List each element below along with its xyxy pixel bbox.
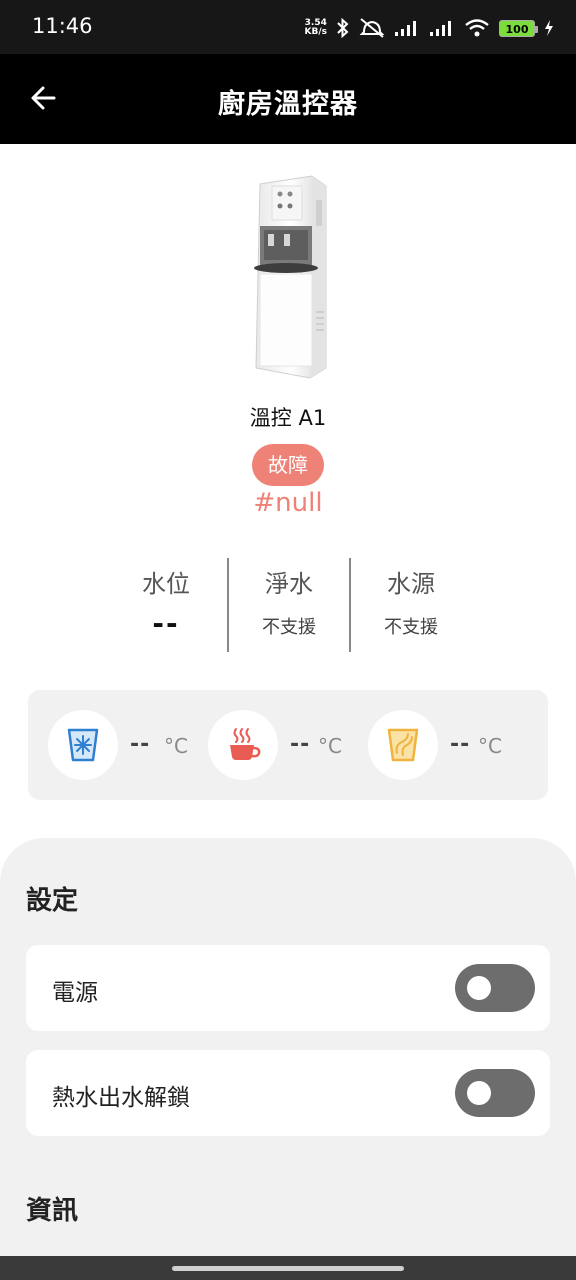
warm-water-icon	[387, 728, 419, 762]
error-code: #null	[253, 488, 323, 518]
stat-water-source: 水源 不支援	[349, 558, 471, 652]
stat-label: 水位	[142, 570, 190, 598]
setting-row-hot-water-unlock: 熱水出水解鎖	[26, 1050, 550, 1136]
toggle-knob	[467, 976, 491, 1000]
ice-water-icon-circle	[48, 710, 118, 780]
temperature-unit: °C	[164, 734, 188, 758]
device-name: 溫控 A1	[249, 406, 327, 430]
ice-water-icon	[67, 728, 99, 762]
network-speed-unit: KB/s	[304, 27, 327, 37]
settings-section-title: 設定	[26, 886, 79, 916]
temperature-unit: °C	[478, 734, 502, 758]
hot-coffee-icon-circle	[208, 710, 278, 780]
stat-value: 不支援	[384, 617, 438, 638]
stat-value: --	[152, 607, 180, 640]
stats-row: 水位 -- 淨水 不支援 水源 不支援	[105, 558, 471, 652]
hot-water-unlock-toggle[interactable]	[455, 1069, 535, 1117]
navigation-bar	[0, 1256, 576, 1280]
temperature-value: --	[130, 732, 151, 757]
temperature-card: -- °C -- °C -- °C	[28, 690, 548, 800]
charging-icon	[545, 20, 553, 36]
temperature-value: --	[450, 732, 471, 757]
network-speed: 3.54 KB/s	[305, 19, 327, 37]
stat-value: 不支援	[262, 617, 316, 638]
stat-purified-water: 淨水 不支援	[227, 558, 349, 652]
temperature-value: --	[290, 732, 311, 757]
stat-water-level: 水位 --	[105, 558, 227, 652]
hot-coffee-icon	[230, 728, 261, 760]
setting-label: 熱水出水解鎖	[52, 1085, 190, 1111]
power-toggle[interactable]	[455, 964, 535, 1012]
status-icons: 3.54 KB/s 100	[305, 14, 554, 42]
settings-sheet: 設定 電源 熱水出水解鎖 資訊	[0, 838, 576, 1280]
signal-icon	[430, 21, 451, 36]
battery-icon: 100	[499, 19, 538, 37]
home-indicator[interactable]	[172, 1266, 404, 1271]
status-badge: 故障	[252, 444, 324, 486]
status-bar: 11:46 3.54 KB/s 100	[0, 0, 576, 54]
water-dispenser-image	[254, 175, 327, 379]
page-title: 廚房溫控器	[218, 89, 358, 120]
stat-label: 水源	[387, 570, 435, 598]
bluetooth-icon	[337, 18, 349, 38]
stat-label: 淨水	[265, 570, 313, 598]
setting-row-power: 電源	[26, 945, 550, 1031]
app-bar: 廚房溫控器	[0, 54, 576, 144]
mute-icon	[359, 18, 385, 38]
info-section-title: 資訊	[26, 1196, 79, 1226]
status-time: 11:46	[32, 14, 93, 38]
temperature-unit: °C	[318, 734, 342, 758]
toggle-knob	[467, 1081, 491, 1105]
wifi-icon	[465, 19, 489, 37]
setting-label: 電源	[52, 980, 98, 1006]
signal-icon	[395, 21, 416, 36]
warm-water-icon-circle	[368, 710, 438, 780]
